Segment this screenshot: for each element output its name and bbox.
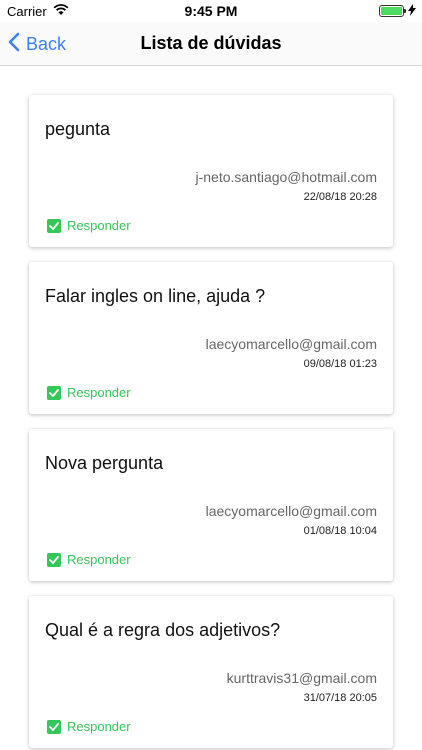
- page-title: Lista de dúvidas: [140, 33, 282, 53]
- checkbox-icon: [47, 385, 61, 400]
- question-card[interactable]: Nova pergunta laecyomarcello@gmail.com 0…: [29, 429, 393, 581]
- question-list[interactable]: pegunta j-neto.santiago@hotmail.com 22/0…: [0, 66, 422, 750]
- back-label: Back: [26, 33, 67, 54]
- charging-icon: [408, 3, 416, 19]
- question-title: pegunta: [45, 119, 111, 139]
- respond-button[interactable]: Responder: [47, 719, 131, 734]
- question-date: 22/08/18 20:28: [303, 191, 377, 203]
- question-date: 31/07/18 20:05: [303, 692, 377, 704]
- question-card[interactable]: pegunta j-neto.santiago@hotmail.com 22/0…: [29, 95, 393, 247]
- wifi-icon: [53, 3, 69, 19]
- carrier-label: Carrier: [7, 3, 47, 19]
- back-button[interactable]: Back: [8, 22, 66, 66]
- checkbox-icon: [47, 552, 61, 567]
- question-card[interactable]: Qual é a regra dos adjetivos? kurttravis…: [29, 596, 393, 748]
- status-right: [379, 3, 416, 19]
- navigation-bar: Back Lista de dúvidas: [0, 22, 422, 66]
- respond-label: Responder: [67, 218, 131, 233]
- question-email: kurttravis31@gmail.com: [226, 670, 377, 686]
- question-date: 09/08/18 01:23: [303, 358, 377, 370]
- question-email: j-neto.santiago@hotmail.com: [195, 169, 377, 185]
- chevron-left-icon: [8, 32, 20, 57]
- respond-button[interactable]: Responder: [47, 218, 131, 233]
- checkbox-icon: [47, 719, 61, 734]
- respond-button[interactable]: Responder: [47, 552, 131, 567]
- respond-label: Responder: [67, 719, 131, 734]
- question-date: 01/08/18 10:04: [303, 525, 377, 537]
- battery-icon: [379, 5, 406, 17]
- question-email: laecyomarcello@gmail.com: [205, 503, 377, 519]
- question-title: Falar ingles on line, ajuda ?: [45, 286, 266, 306]
- question-title: Nova pergunta: [45, 453, 164, 473]
- question-email: laecyomarcello@gmail.com: [205, 336, 377, 352]
- respond-label: Responder: [67, 385, 131, 400]
- status-bar: Carrier 9:45 PM: [0, 0, 422, 22]
- checkbox-icon: [47, 218, 61, 233]
- respond-label: Responder: [67, 552, 131, 567]
- status-left: Carrier: [7, 4, 69, 19]
- question-title: Qual é a regra dos adjetivos?: [45, 620, 281, 640]
- question-card[interactable]: Falar ingles on line, ajuda ? laecyomarc…: [29, 262, 393, 414]
- respond-button[interactable]: Responder: [47, 385, 131, 400]
